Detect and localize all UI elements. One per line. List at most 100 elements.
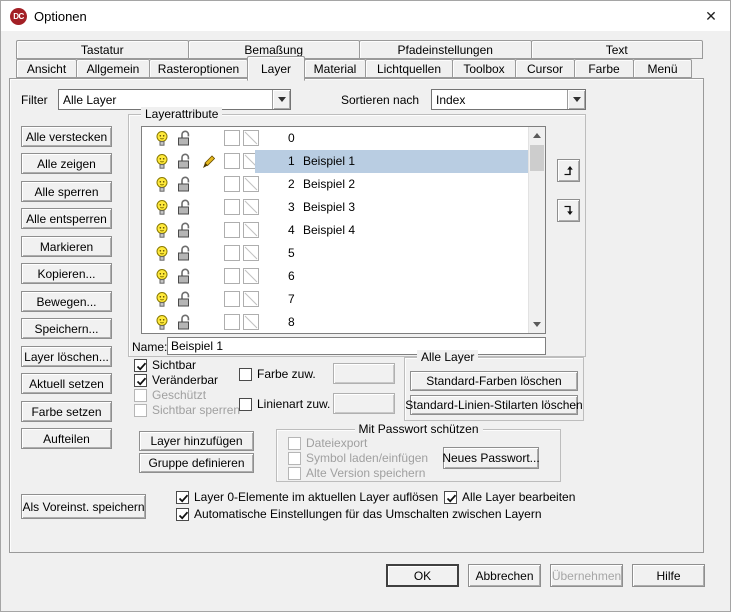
layer-name-input[interactable]	[167, 337, 546, 355]
checkbox-box[interactable]	[176, 508, 189, 521]
layer-row[interactable]: 6	[142, 265, 528, 288]
move-layer-down-button[interactable]	[557, 199, 580, 222]
chevron-down-icon[interactable]	[272, 90, 290, 109]
lock-open-icon[interactable]	[177, 314, 194, 334]
alle-sperren-button[interactable]: Alle sperren	[21, 181, 112, 202]
checkbox-linienart-zuw[interactable]: Linienart zuw.	[239, 397, 330, 411]
layer-row-selected[interactable]: 1Beispiel 1	[142, 150, 528, 173]
layer-row[interactable]: 5	[142, 242, 528, 265]
tab-material[interactable]: Material	[304, 59, 366, 78]
abbrechen-button[interactable]: Abbrechen	[468, 564, 541, 587]
checkbox-box[interactable]	[176, 491, 189, 504]
alle-zeigen-button[interactable]: Alle zeigen	[21, 153, 112, 174]
color-swatch[interactable]	[224, 199, 240, 215]
standard-linien-stilarten-loeschen-button[interactable]: Standard-Linien-Stilarten löschen	[410, 395, 578, 415]
visibility-bulb-icon[interactable]	[154, 291, 170, 313]
visibility-bulb-icon[interactable]	[154, 245, 170, 267]
tab-tastatur[interactable]: Tastatur	[16, 40, 189, 59]
visibility-bulb-icon[interactable]	[154, 314, 170, 334]
tab-farbe[interactable]: Farbe	[574, 59, 634, 78]
visibility-bulb-icon[interactable]	[154, 176, 170, 198]
tab-menu[interactable]: Menü	[633, 59, 692, 78]
kopieren-button[interactable]: Kopieren...	[21, 263, 112, 284]
visibility-bulb-icon[interactable]	[154, 130, 170, 152]
layer-row-label[interactable]: 2Beispiel 2	[255, 173, 528, 196]
lock-open-icon[interactable]	[177, 153, 194, 174]
chevron-down-icon[interactable]	[567, 90, 585, 109]
checkbox-layer0-aufloesen[interactable]: Layer 0-Elemente im aktuellen Layer aufl…	[176, 490, 438, 504]
checkbox-box[interactable]	[239, 368, 252, 381]
layer-row-label[interactable]: 3Beispiel 3	[255, 196, 528, 219]
lock-open-icon[interactable]	[177, 268, 194, 289]
gruppe-definieren-button[interactable]: Gruppe definieren	[139, 453, 254, 473]
layer-row[interactable]: 3Beispiel 3	[142, 196, 528, 219]
color-swatch[interactable]	[224, 268, 240, 284]
color-swatch[interactable]	[224, 176, 240, 192]
checkbox-alle-layer-bearbeiten[interactable]: Alle Layer bearbeiten	[444, 490, 575, 504]
tab-allgemein[interactable]: Allgemein	[76, 59, 150, 78]
scroll-thumb[interactable]	[530, 145, 544, 171]
ok-button[interactable]: OK	[386, 564, 459, 587]
als-voreinst-speichern-button[interactable]: Als Voreinst. speichern	[21, 494, 146, 519]
tab-toolbox[interactable]: Toolbox	[452, 59, 516, 78]
color-swatch[interactable]	[224, 222, 240, 238]
alle-entsperren-button[interactable]: Alle entsperren	[21, 208, 112, 229]
standard-farben-loeschen-button[interactable]: Standard-Farben löschen	[410, 371, 578, 391]
checkbox-box[interactable]	[134, 374, 147, 387]
layer-row[interactable]: 7	[142, 288, 528, 311]
color-swatch[interactable]	[224, 245, 240, 261]
layer-loeschen-button[interactable]: Layer löschen...	[21, 346, 112, 367]
checkbox-sichtbar[interactable]: Sichtbar	[134, 358, 196, 372]
lock-open-icon[interactable]	[177, 222, 194, 243]
hilfe-button[interactable]: Hilfe	[632, 564, 705, 587]
move-layer-up-button[interactable]	[557, 159, 580, 182]
tab-layer[interactable]: Layer	[247, 56, 305, 81]
checkbox-box[interactable]	[239, 398, 252, 411]
layer-row-label[interactable]: 0	[255, 127, 528, 150]
markieren-button[interactable]: Markieren	[21, 236, 112, 257]
lock-open-icon[interactable]	[177, 199, 194, 220]
layer-row-label[interactable]: 8	[255, 311, 528, 334]
linienart-zuw-swatch-button[interactable]	[333, 393, 395, 414]
scrollbar[interactable]	[528, 127, 545, 333]
tab-cursor[interactable]: Cursor	[515, 59, 575, 78]
color-swatch[interactable]	[224, 314, 240, 330]
color-swatch[interactable]	[224, 291, 240, 307]
checkbox-veraenderbar[interactable]: Veränderbar	[134, 373, 218, 387]
visibility-bulb-icon[interactable]	[154, 199, 170, 221]
checkbox-automatische-einstellungen[interactable]: Automatische Einstellungen für das Umsch…	[176, 507, 542, 521]
scroll-down-icon[interactable]	[529, 316, 545, 333]
layer-row-label[interactable]: 6	[255, 265, 528, 288]
lock-open-icon[interactable]	[177, 130, 194, 151]
tab-pfadeinstellungen[interactable]: Pfadeinstellungen	[359, 40, 532, 59]
layer-row[interactable]: 0	[142, 127, 528, 150]
tab-lichtquellen[interactable]: Lichtquellen	[365, 59, 453, 78]
checkbox-box[interactable]	[134, 359, 147, 372]
color-swatch[interactable]	[224, 130, 240, 146]
layer-row-label[interactable]: 1Beispiel 1	[255, 150, 528, 173]
alle-verstecken-button[interactable]: Alle verstecken	[21, 126, 112, 147]
layer-row[interactable]: 2Beispiel 2	[142, 173, 528, 196]
visibility-bulb-icon[interactable]	[154, 153, 170, 175]
layer-hinzufuegen-button[interactable]: Layer hinzufügen	[139, 431, 254, 451]
sort-select[interactable]: Index	[431, 89, 586, 110]
speichern-button[interactable]: Speichern...	[21, 318, 112, 339]
farbe-setzen-button[interactable]: Farbe setzen	[21, 401, 112, 422]
lock-open-icon[interactable]	[177, 176, 194, 197]
bewegen-button[interactable]: Bewegen...	[21, 291, 112, 312]
color-swatch[interactable]	[224, 153, 240, 169]
layer-row[interactable]: 8	[142, 311, 528, 334]
scroll-up-icon[interactable]	[529, 127, 545, 144]
checkbox-farbe-zuw[interactable]: Farbe zuw.	[239, 367, 316, 381]
layer-row-label[interactable]: 7	[255, 288, 528, 311]
checkbox-box[interactable]	[444, 491, 457, 504]
aktuell-setzen-button[interactable]: Aktuell setzen	[21, 373, 112, 394]
farbe-zuw-swatch-button[interactable]	[333, 363, 395, 384]
tab-rasteroptionen[interactable]: Rasteroptionen	[149, 59, 248, 78]
visibility-bulb-icon[interactable]	[154, 222, 170, 244]
neues-passwort-button[interactable]: Neues Passwort...	[443, 447, 539, 469]
visibility-bulb-icon[interactable]	[154, 268, 170, 290]
layer-row-label[interactable]: 4Beispiel 4	[255, 219, 528, 242]
layer-list[interactable]: 0 1Beispiel 1 2Beispiel 2	[141, 126, 546, 334]
tab-ansicht[interactable]: Ansicht	[16, 59, 77, 78]
